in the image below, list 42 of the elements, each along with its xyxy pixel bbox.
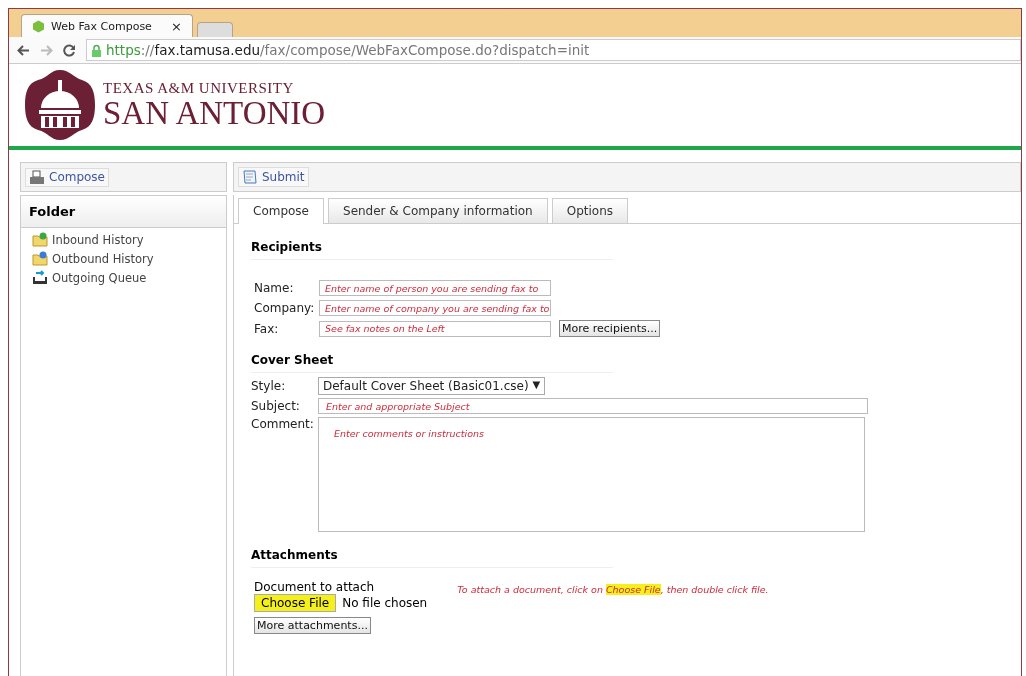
field-label: Fax: bbox=[254, 321, 279, 336]
style-dropdown[interactable]: Default Cover Sheet (Basic01.cse) ▼ bbox=[318, 377, 546, 395]
instruction-note: To attach a document, click on Choose File, then double click file. bbox=[457, 584, 769, 595]
file-status: No file chosen bbox=[342, 596, 428, 610]
field-label: Style: bbox=[251, 379, 287, 393]
folder-item[interactable]: Inbound History bbox=[32, 232, 215, 247]
campus-name: SAN ANTONIO bbox=[103, 97, 326, 130]
page-icon bbox=[32, 19, 45, 33]
field-label: Comment: bbox=[251, 417, 315, 431]
university-name: TEXAS A&M UNIVERSITY bbox=[103, 80, 295, 97]
folder-icon bbox=[32, 232, 48, 247]
note-icon bbox=[242, 169, 258, 185]
section-heading: Attachments bbox=[251, 548, 613, 568]
tab[interactable]: Compose bbox=[238, 198, 324, 224]
compose-button[interactable]: Compose bbox=[25, 167, 109, 187]
address-bar[interactable]: https://fax.tamusa.edu/fax/compose/WebFaxCompose.do?dispatch=init bbox=[86, 39, 1021, 61]
field-label: Document to attach bbox=[254, 580, 376, 594]
text-field[interactable]: See fax notes on the Left bbox=[319, 320, 551, 337]
comment-field[interactable]: Enter comments or instructions bbox=[318, 417, 865, 532]
tray-icon bbox=[32, 270, 48, 285]
tab[interactable]: Options bbox=[551, 198, 628, 223]
field-label: Subject: bbox=[251, 399, 301, 413]
submit-button[interactable]: Submit bbox=[238, 167, 309, 187]
more-recipients-button[interactable]: More recipients... bbox=[559, 320, 661, 337]
more-attachments-button[interactable]: More attachments... bbox=[254, 617, 371, 634]
folder-item[interactable]: Outgoing Queue bbox=[32, 270, 215, 285]
section-heading: Recipients bbox=[251, 240, 613, 260]
text-field[interactable]: Enter name of person you are sending fax to bbox=[319, 280, 551, 296]
choose-file-button[interactable]: Choose File bbox=[254, 594, 337, 612]
field-label: Company: bbox=[254, 301, 315, 315]
tab[interactable]: Sender & Company information bbox=[328, 198, 548, 223]
subject-field[interactable]: Enter and appropriate Subject bbox=[318, 398, 868, 414]
section-heading: Cover Sheet bbox=[251, 353, 613, 373]
browser-tab[interactable]: Web Fax Compose × bbox=[21, 14, 193, 37]
fax-icon bbox=[29, 169, 45, 185]
back-icon[interactable] bbox=[17, 44, 30, 56]
folder-icon bbox=[32, 251, 48, 266]
field-label: Name: bbox=[254, 281, 294, 295]
lock-icon bbox=[91, 43, 102, 57]
folder-item[interactable]: Outbound History bbox=[32, 251, 215, 266]
reload-icon[interactable] bbox=[63, 43, 76, 57]
text-field[interactable]: Enter name of company you are sending fax to bbox=[319, 300, 551, 316]
